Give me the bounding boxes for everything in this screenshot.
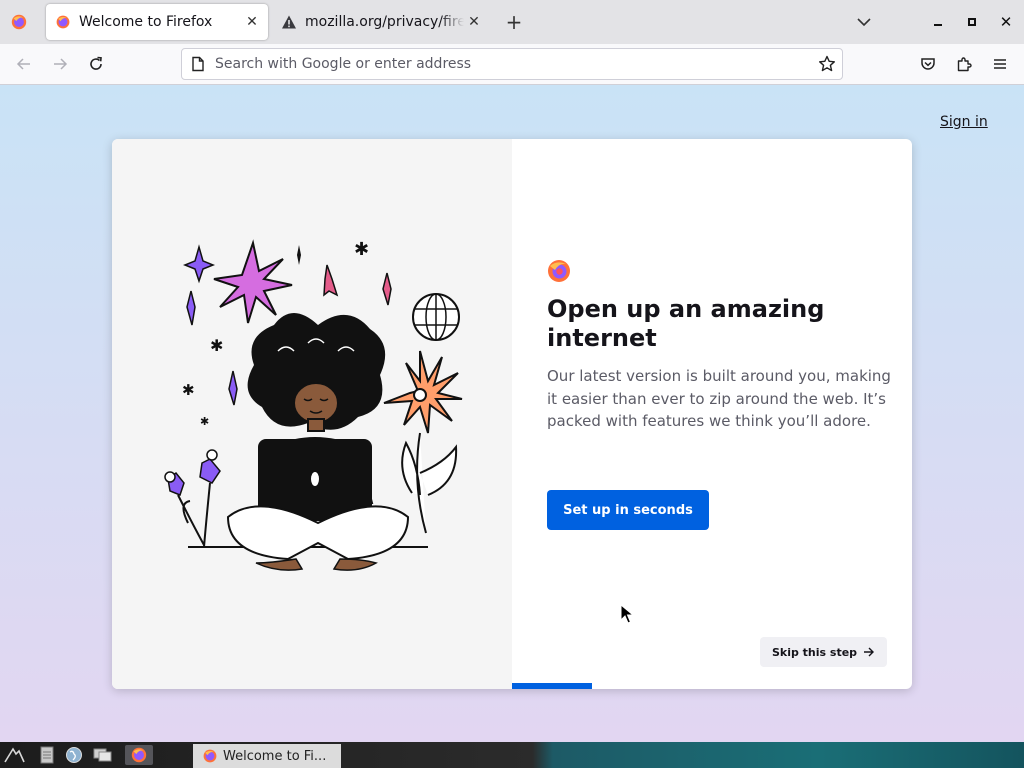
firefox-icon xyxy=(203,749,217,763)
forward-arrow-icon[interactable] xyxy=(48,52,72,76)
illustration-panel: ✱ ✱ ✱ ✱ xyxy=(112,139,512,689)
firefox-view-icon[interactable] xyxy=(10,13,28,31)
svg-text:✱: ✱ xyxy=(200,415,209,428)
step-progress-bar xyxy=(512,683,912,689)
close-tab-icon[interactable]: ✕ xyxy=(464,12,484,32)
minimize-window-icon[interactable] xyxy=(928,12,948,32)
taskbar-firefox-icon[interactable] xyxy=(125,745,153,765)
back-arrow-icon[interactable] xyxy=(12,52,36,76)
hamburger-menu-icon[interactable] xyxy=(988,52,1012,76)
tab-title: mozilla.org/privacy/firefox xyxy=(305,14,464,30)
arrow-right-icon xyxy=(864,647,875,657)
svg-text:✱: ✱ xyxy=(210,336,223,355)
onboarding-card: ✱ ✱ ✱ ✱ Open up an amazing internet Our … xyxy=(112,139,912,689)
warning-icon xyxy=(282,15,296,29)
url-input[interactable] xyxy=(215,54,795,74)
skip-step-button[interactable]: Skip this step xyxy=(760,637,887,667)
skip-step-label: Skip this step xyxy=(771,645,858,659)
pocket-icon[interactable] xyxy=(916,52,940,76)
tab-title: Welcome to Firefox xyxy=(79,14,213,30)
file-manager-icon[interactable] xyxy=(36,745,58,765)
page-heading: Open up an amazing internet xyxy=(547,295,825,352)
page-subtitle: Our latest version is built around you, … xyxy=(547,367,891,430)
person-with-laptop-illustration: ✱ ✱ ✱ ✱ xyxy=(164,239,463,571)
firefox-icon xyxy=(56,15,70,29)
web-browser-globe-icon[interactable] xyxy=(63,745,85,765)
reload-icon[interactable] xyxy=(84,52,108,76)
bookmark-star-icon[interactable] xyxy=(818,55,836,73)
svg-text:✱: ✱ xyxy=(354,239,369,260)
os-taskbar: Welcome to Fi... xyxy=(0,742,1024,768)
close-tab-icon[interactable]: ✕ xyxy=(242,12,262,32)
page-content: Sign in ✱ ✱ ✱ ✱ Open up an amazing inter… xyxy=(0,85,1024,742)
tab-mozilla-privacy[interactable]: mozilla.org/privacy/firefox ✕ xyxy=(272,4,490,40)
taskbar-window-firefox[interactable]: Welcome to Fi... xyxy=(193,744,341,768)
svg-text:✱: ✱ xyxy=(182,381,195,399)
tab-welcome-to-firefox[interactable]: Welcome to Firefox ✕ xyxy=(46,4,268,40)
extensions-puzzle-icon[interactable] xyxy=(952,52,976,76)
start-menu-icon[interactable] xyxy=(3,745,25,765)
address-bar[interactable] xyxy=(181,48,843,80)
navigation-toolbar xyxy=(0,44,1024,85)
maximize-window-icon[interactable] xyxy=(962,12,982,32)
tab-strip: Welcome to Firefox ✕ mozilla.org/privacy… xyxy=(0,0,1024,44)
taskbar-window-label: Welcome to Fi... xyxy=(223,748,327,764)
list-all-tabs-chevron-icon[interactable] xyxy=(855,12,873,32)
sign-in-link[interactable]: Sign in xyxy=(940,114,988,130)
step-progress-fill xyxy=(512,683,592,689)
firefox-logo-icon xyxy=(548,260,570,282)
page-icon xyxy=(192,56,204,72)
new-tab-plus-icon[interactable]: + xyxy=(504,12,524,32)
close-window-icon[interactable]: ✕ xyxy=(996,12,1016,32)
show-desktop-icon[interactable] xyxy=(92,745,114,765)
set-up-button[interactable]: Set up in seconds xyxy=(547,490,709,530)
